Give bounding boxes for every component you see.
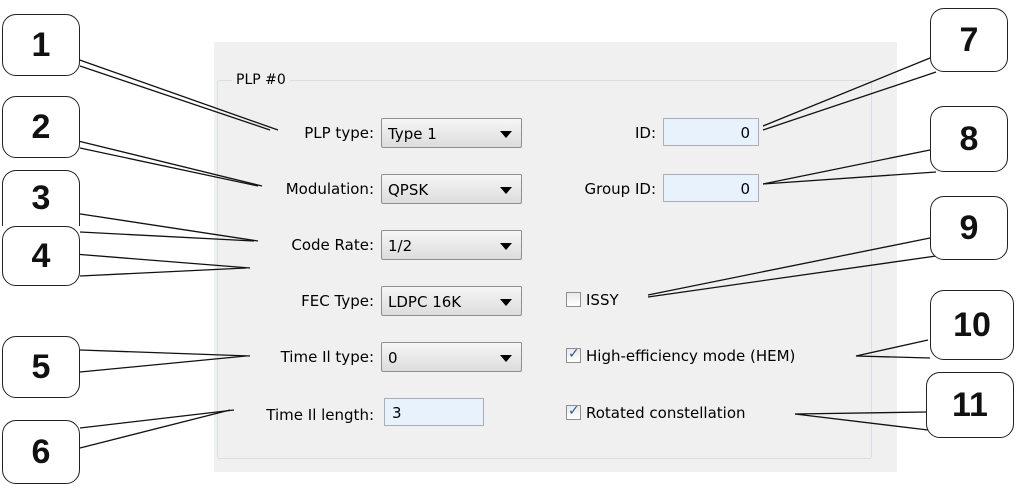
callout-5: 5 bbox=[2, 336, 80, 398]
callout-11: 11 bbox=[926, 372, 1014, 438]
callout-3: 3 bbox=[2, 170, 80, 226]
callout-10: 10 bbox=[930, 290, 1014, 360]
callout-7: 7 bbox=[930, 8, 1008, 72]
callout-1: 1 bbox=[2, 14, 80, 76]
callout-8: 8 bbox=[930, 106, 1008, 172]
callout-9: 9 bbox=[930, 196, 1008, 260]
callout-4: 4 bbox=[2, 226, 80, 286]
callout-leader-lines bbox=[73, 57, 937, 449]
callout-2: 2 bbox=[2, 96, 80, 158]
callout-6: 6 bbox=[2, 420, 80, 484]
